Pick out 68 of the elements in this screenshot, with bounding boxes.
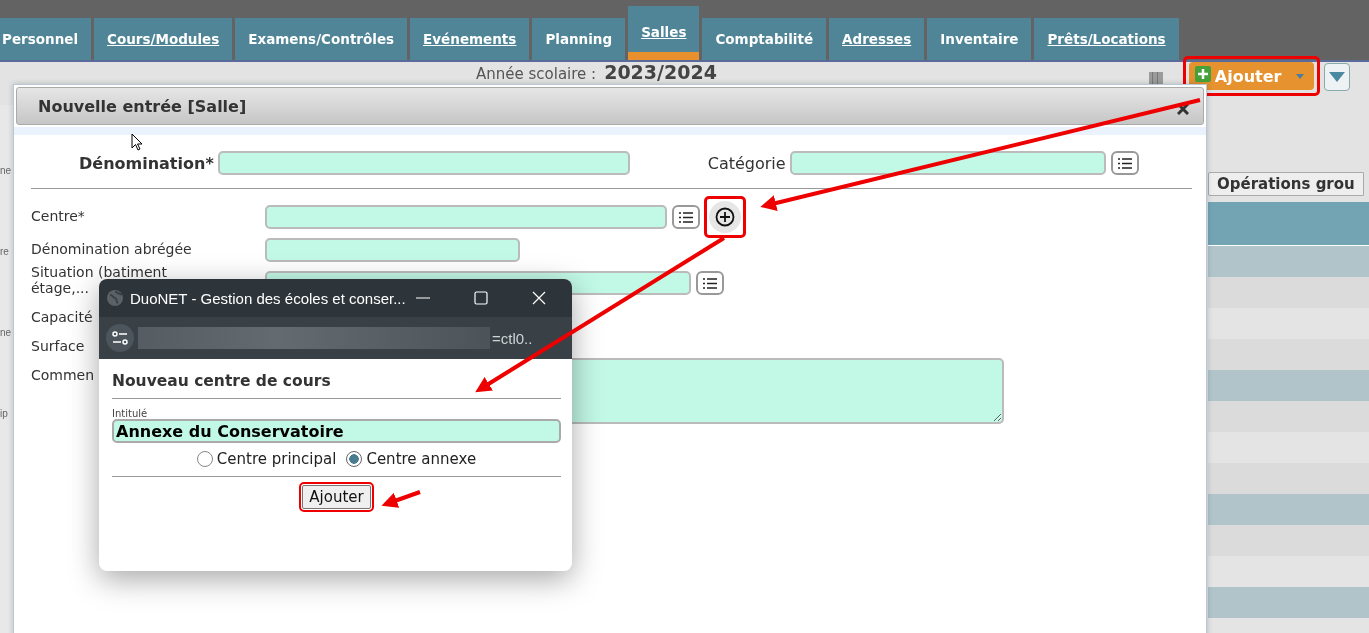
list-icon xyxy=(679,211,693,223)
nav-tab[interactable]: Planning xyxy=(532,18,626,60)
triangle-icon xyxy=(1328,72,1345,82)
window-title: DuoNET - Gestion des écoles et conser... xyxy=(130,289,407,307)
barcode-icon[interactable] xyxy=(1148,72,1163,84)
table-row[interactable] xyxy=(1208,432,1369,463)
list-button[interactable] xyxy=(672,205,700,229)
list-button[interactable] xyxy=(1110,151,1139,175)
school-year-label: Année scolaire : xyxy=(476,65,597,83)
table-row[interactable] xyxy=(1208,463,1369,494)
site-settings-icon[interactable] xyxy=(106,324,134,352)
nav-tab[interactable]: Cours/Modules xyxy=(94,18,233,60)
form-heading: Nouveau centre de cours xyxy=(112,372,332,390)
nav-tab[interactable]: Comptabilité xyxy=(702,18,827,60)
address-text: =ctl0.. xyxy=(492,329,533,347)
input-field[interactable] xyxy=(265,238,520,262)
field-label: Dénomination abrégée xyxy=(31,240,192,257)
table-row[interactable] xyxy=(1208,339,1369,370)
table-row[interactable] xyxy=(1208,494,1369,525)
dialog-title: Nouvelle entrée [Salle] xyxy=(38,96,247,116)
nav-tab[interactable]: Evénements xyxy=(410,18,530,60)
nav-tab[interactable]: Personnel xyxy=(0,18,92,60)
caret-icon xyxy=(1295,73,1304,79)
maximize-icon[interactable] xyxy=(474,291,488,305)
input-field[interactable] xyxy=(789,151,1106,175)
add-button[interactable]: Ajouter xyxy=(302,485,371,509)
field-label: Centre* xyxy=(31,207,85,224)
cut-text: re xyxy=(0,246,9,257)
list-icon xyxy=(703,277,717,289)
input-field[interactable]: Annexe du Conservatoire xyxy=(112,419,561,443)
nav-tab[interactable]: Inventaire xyxy=(927,18,1032,60)
mouse-cursor-icon xyxy=(131,133,143,151)
field-label: Catégorie xyxy=(707,153,786,173)
field-label: Commen xyxy=(31,366,95,383)
table-row[interactable] xyxy=(1208,246,1369,277)
globe-icon xyxy=(106,289,124,307)
input-field[interactable] xyxy=(217,151,630,175)
input-field[interactable] xyxy=(265,205,667,229)
school-year-value: 2023/2024 xyxy=(604,62,717,83)
table-row[interactable] xyxy=(1208,401,1369,432)
nav-tab[interactable]: Examens/Contrôles xyxy=(235,18,408,60)
radio-option[interactable]: Centre annexe xyxy=(346,450,477,468)
table-row[interactable] xyxy=(1208,277,1369,308)
table-row[interactable] xyxy=(1208,587,1369,618)
list-button[interactable] xyxy=(696,271,724,295)
cut-text: ne xyxy=(0,327,12,338)
list-icon xyxy=(1117,157,1132,169)
plus-icon xyxy=(1194,66,1211,82)
field-label: Capacité xyxy=(31,308,93,325)
cut-text: ip xyxy=(0,408,8,419)
cut-text: ne xyxy=(0,165,12,176)
field-label: Dénomination* xyxy=(79,153,214,173)
annotation-arrow xyxy=(381,490,421,508)
field-label: Surface xyxy=(31,337,85,354)
table-row[interactable] xyxy=(1208,308,1369,339)
field-label: Intitulé xyxy=(112,408,149,419)
table-row[interactable] xyxy=(1208,370,1369,401)
add-button[interactable]: Ajouter xyxy=(1188,62,1314,90)
table-row[interactable] xyxy=(1208,556,1369,587)
group-operations-button[interactable]: Opérations grou xyxy=(1208,172,1364,196)
table-row[interactable] xyxy=(1208,525,1369,556)
plus-circle-icon xyxy=(715,207,735,227)
nav-tab[interactable]: Adresses xyxy=(829,18,925,60)
close-icon[interactable] xyxy=(1177,103,1189,115)
radio-option[interactable]: Centre principal xyxy=(196,450,337,468)
dropdown-button[interactable] xyxy=(1323,63,1350,91)
nav-tab[interactable]: Prêts/Locations xyxy=(1034,18,1179,60)
nav-tab[interactable]: Salles xyxy=(628,6,700,60)
